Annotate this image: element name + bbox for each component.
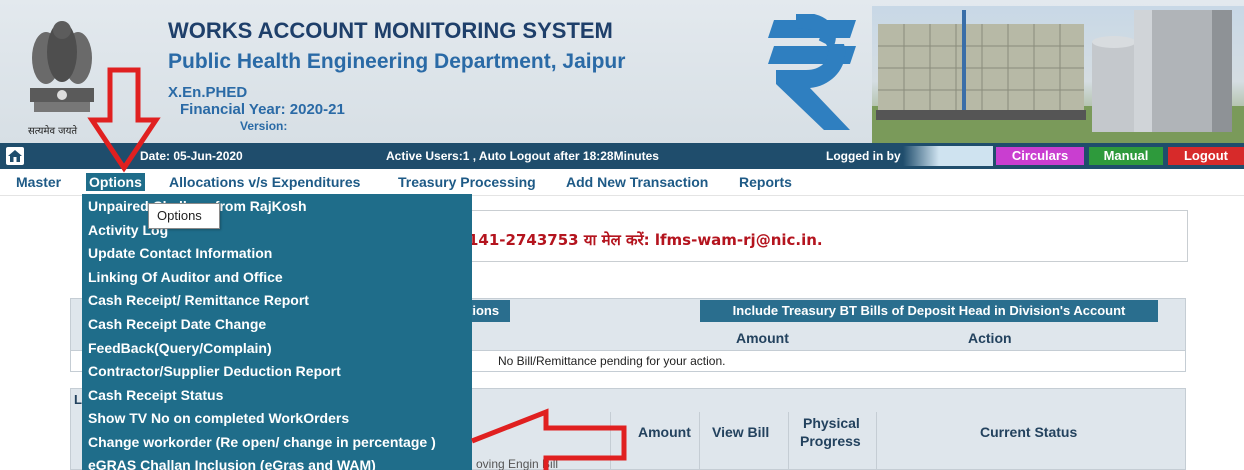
workorders-panel-title: L bbox=[74, 392, 82, 407]
column-header-current-status: Current Status bbox=[980, 424, 1078, 440]
current-date: Date: 05-Jun-2020 bbox=[140, 149, 243, 163]
column-header-physical: Physical bbox=[803, 415, 860, 431]
menu-item-feedback[interactable]: FeedBack(Query/Complain) bbox=[88, 340, 272, 356]
water-tanks-photo bbox=[872, 6, 1244, 143]
include-treasury-bt-bills-button[interactable]: Include Treasury BT Bills of Deposit Hea… bbox=[700, 300, 1158, 322]
department-title: Public Health Engineering Department, Ja… bbox=[168, 50, 626, 73]
menu-add-new-transaction[interactable]: Add New Transaction bbox=[566, 174, 708, 190]
emblem-caption: सत्यमेव जयते bbox=[28, 126, 78, 137]
logged-in-label: Logged in by bbox=[826, 149, 901, 163]
contact-notice: 141-2743753 या मेल करें: lfms-wam-rj@nic… bbox=[468, 231, 823, 249]
menu-master[interactable]: Master bbox=[16, 174, 61, 190]
menu-item-show-tv-no[interactable]: Show TV No on completed WorkOrders bbox=[88, 410, 349, 426]
column-header-progress: Progress bbox=[800, 433, 861, 449]
menu-item-egras-challan-inclusion[interactable]: eGRAS Challan Inclusion (eGras and WAM) bbox=[88, 457, 376, 470]
menu-item-update-contact[interactable]: Update Contact Information bbox=[88, 245, 272, 261]
app-title: WORKS ACCOUNT MONITORING SYSTEM bbox=[168, 18, 613, 43]
manual-button[interactable]: Manual bbox=[1089, 147, 1163, 165]
rupee-symbol-icon bbox=[768, 14, 856, 130]
column-divider bbox=[610, 412, 611, 470]
column-header-amount-2: Amount bbox=[638, 424, 691, 440]
status-bar: Date: 05-Jun-2020 Active Users:1 , Auto … bbox=[0, 143, 1244, 169]
column-divider bbox=[876, 412, 877, 470]
column-header-action: Action bbox=[968, 330, 1012, 346]
menu-item-cash-receipt-report[interactable]: Cash Receipt/ Remittance Report bbox=[88, 292, 309, 308]
header-banner: सत्यमेव जयते WORKS ACCOUNT MONITORING SY… bbox=[0, 0, 1244, 143]
column-divider bbox=[699, 412, 700, 470]
partial-row-text: oving Engin Bill bbox=[476, 457, 559, 470]
column-header-amount: Amount bbox=[736, 330, 789, 346]
home-icon[interactable] bbox=[6, 147, 24, 165]
menu-item-linking-auditor[interactable]: Linking Of Auditor and Office bbox=[88, 269, 283, 285]
main-menu-bar: Master Options Allocations v/s Expenditu… bbox=[0, 169, 1244, 196]
state-emblem-icon bbox=[30, 21, 94, 112]
no-pending-message: No Bill/Remittance pending for your acti… bbox=[498, 354, 726, 368]
menu-options[interactable]: Options bbox=[86, 173, 145, 191]
column-header-view-bill: View Bill bbox=[712, 424, 770, 440]
menu-item-cash-receipt-status[interactable]: Cash Receipt Status bbox=[88, 387, 223, 403]
circulars-button[interactable]: Circulars bbox=[996, 147, 1084, 165]
active-users-info: Active Users:1 , Auto Logout after 18:28… bbox=[386, 149, 659, 163]
menu-treasury-processing[interactable]: Treasury Processing bbox=[398, 174, 536, 190]
menu-item-change-workorder[interactable]: Change workorder (Re open/ change in per… bbox=[88, 434, 436, 450]
column-divider bbox=[788, 412, 789, 470]
menu-item-cash-receipt-date-change[interactable]: Cash Receipt Date Change bbox=[88, 316, 266, 332]
financial-year-label: Financial Year: 2020-21 bbox=[180, 101, 345, 118]
menu-reports[interactable]: Reports bbox=[739, 174, 792, 190]
menu-item-contractor-deduction-report[interactable]: Contractor/Supplier Deduction Report bbox=[88, 363, 341, 379]
logged-in-user-redacted bbox=[903, 146, 993, 166]
version-label: Version: bbox=[240, 119, 288, 133]
options-dropdown-menu: Unpaired Challans from RajKosh Activity … bbox=[82, 194, 472, 470]
menu-allocations[interactable]: Allocations v/s Expenditures bbox=[169, 174, 360, 190]
office-label: X.En.PHED bbox=[168, 84, 248, 101]
options-tooltip: Options bbox=[148, 203, 220, 229]
logout-button[interactable]: Logout bbox=[1168, 147, 1244, 165]
